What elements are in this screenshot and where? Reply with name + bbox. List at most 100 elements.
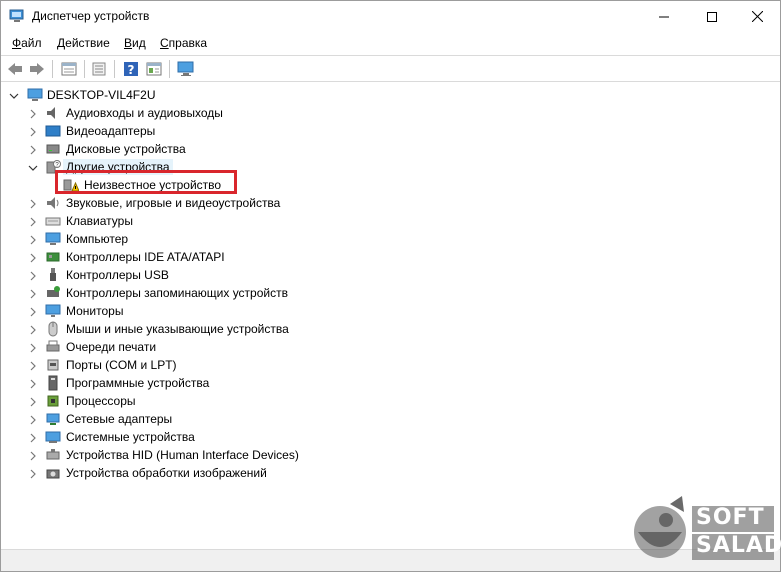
device-manager-window: Диспетчер устройств Файл Действие Вид Сп… xyxy=(0,0,781,572)
tree-category-node[interactable]: Очереди печати xyxy=(1,338,780,356)
tree-category-node[interactable]: Сетевые адаптеры xyxy=(1,410,780,428)
tree-category-node[interactable]: Системные устройства xyxy=(1,428,780,446)
tree-category-node[interactable]: Видеоадаптеры xyxy=(1,122,780,140)
collapsed-chevron-icon[interactable] xyxy=(28,234,38,245)
collapsed-chevron-icon[interactable] xyxy=(28,198,38,209)
collapsed-chevron-icon[interactable] xyxy=(28,468,38,479)
collapsed-chevron-icon[interactable] xyxy=(28,378,38,389)
tree-category-node[interactable]: Дисковые устройства xyxy=(1,140,780,158)
collapsed-chevron-icon[interactable] xyxy=(28,324,38,335)
printer-icon xyxy=(45,339,61,355)
tree-node-label: Программные устройства xyxy=(66,376,210,390)
tree-category-node[interactable]: Мыши и иные указывающие устройства xyxy=(1,320,780,338)
title-bar: Диспетчер устройств xyxy=(1,1,780,32)
collapsed-chevron-icon[interactable] xyxy=(28,396,38,407)
tree-category-node[interactable]: Контроллеры USB xyxy=(1,266,780,284)
tree-node-label: Дисковые устройства xyxy=(66,142,186,156)
computer-root-icon xyxy=(27,87,43,103)
system-device-icon xyxy=(45,429,61,445)
tree-category-node[interactable]: Процессоры xyxy=(1,392,780,410)
tree-category-node[interactable]: Клавиатуры xyxy=(1,212,780,230)
tree-node-label: Процессоры xyxy=(66,394,136,408)
maximize-button[interactable] xyxy=(689,1,735,32)
tree-category-node[interactable]: Звуковые, игровые и видеоустройства xyxy=(1,194,780,212)
processor-icon xyxy=(45,393,61,409)
menu-file[interactable]: Файл xyxy=(12,36,42,50)
menu-action[interactable]: Действие xyxy=(57,36,110,50)
sound-icon xyxy=(45,195,61,211)
collapsed-chevron-icon[interactable] xyxy=(28,432,38,443)
collapsed-chevron-icon[interactable] xyxy=(28,450,38,461)
tree-category-node[interactable]: Программные устройства xyxy=(1,374,780,392)
red-highlight-box xyxy=(55,170,237,194)
forward-arrow-icon[interactable] xyxy=(27,60,47,78)
collapsed-chevron-icon[interactable] xyxy=(28,126,38,137)
tree-node-label: Аудиовходы и аудиовыходы xyxy=(66,106,223,120)
tree-category-node[interactable]: Компьютер xyxy=(1,230,780,248)
close-button[interactable] xyxy=(734,1,780,32)
tree-category-node[interactable]: Мониторы xyxy=(1,302,780,320)
tree-node-label: Компьютер xyxy=(66,232,129,246)
tree-category-node[interactable]: Устройства HID (Human Interface Devices) xyxy=(1,446,780,464)
collapsed-chevron-icon[interactable] xyxy=(28,216,38,227)
tree-node-label: Сетевые адаптеры xyxy=(66,412,173,426)
details-view-icon[interactable] xyxy=(144,60,164,78)
computer-icon xyxy=(45,231,61,247)
tree-category-node[interactable]: Порты (COM и LPT) xyxy=(1,356,780,374)
imaging-device-icon xyxy=(45,465,61,481)
back-arrow-icon[interactable] xyxy=(5,60,25,78)
keyboard-icon xyxy=(45,213,61,229)
tree-root-node[interactable]: DESKTOP-VIL4F2U xyxy=(1,86,780,104)
tree-node-label: Мыши и иные указывающие устройства xyxy=(66,322,289,336)
disk-drive-icon xyxy=(45,141,61,157)
collapsed-chevron-icon[interactable] xyxy=(28,306,38,317)
help-icon[interactable]: ? xyxy=(121,60,141,78)
tree-node-label: Мониторы xyxy=(66,304,124,318)
minimize-button[interactable] xyxy=(641,1,687,32)
network-adapter-icon xyxy=(45,411,61,427)
monitor-scan-icon[interactable] xyxy=(176,60,196,78)
expanded-chevron-icon[interactable] xyxy=(28,162,38,172)
tree-node-label: Очереди печати xyxy=(66,340,157,354)
collapsed-chevron-icon[interactable] xyxy=(28,414,38,425)
menu-view[interactable]: Вид xyxy=(124,36,146,50)
collapsed-chevron-icon[interactable] xyxy=(28,360,38,371)
collapsed-chevron-icon[interactable] xyxy=(28,108,38,119)
tree-root-label: DESKTOP-VIL4F2U xyxy=(47,88,156,102)
collapsed-chevron-icon[interactable] xyxy=(28,288,38,299)
properties-grid-icon[interactable] xyxy=(59,60,79,78)
monitor-icon xyxy=(45,303,61,319)
tree-category-node[interactable]: Контроллеры запоминающих устройств xyxy=(1,284,780,302)
collapsed-chevron-icon[interactable] xyxy=(28,342,38,353)
list-view-icon[interactable] xyxy=(89,60,109,78)
svg-text:?: ? xyxy=(128,63,135,77)
watermark-line1: SOFT xyxy=(696,505,765,530)
collapsed-chevron-icon[interactable] xyxy=(28,270,38,281)
tree-node-label: Порты (COM и LPT) xyxy=(66,358,177,372)
audio-icon xyxy=(45,105,61,121)
tree-category-node[interactable]: Устройства обработки изображений xyxy=(1,464,780,482)
tree-category-node[interactable]: Контроллеры IDE ATA/ATAPI xyxy=(1,248,780,266)
window-title: Диспетчер устройств xyxy=(32,9,150,23)
collapsed-chevron-icon[interactable] xyxy=(28,144,38,155)
device-manager-app-icon xyxy=(9,9,25,23)
tree-category-node[interactable]: Аудиовходы и аудиовыходы xyxy=(1,104,780,122)
software-device-icon xyxy=(45,375,61,391)
tree-node-label: Контроллеры IDE ATA/ATAPI xyxy=(66,250,225,264)
menu-help[interactable]: Справка xyxy=(160,36,207,50)
expanded-chevron-icon[interactable] xyxy=(9,90,19,100)
toolbar-separator xyxy=(114,60,115,78)
device-tree: DESKTOP-VIL4F2U Аудиовходы и аудиовыходы В… xyxy=(1,84,780,547)
tree-node-label: Контроллеры запоминающих устройств xyxy=(66,286,288,300)
collapsed-chevron-icon[interactable] xyxy=(28,252,38,263)
tree-node-label: Устройства HID (Human Interface Devices) xyxy=(66,448,299,462)
usb-icon xyxy=(45,267,61,283)
soft-salad-watermark: SOFT SALAD xyxy=(624,496,781,566)
tree-node-label: Контроллеры USB xyxy=(66,268,169,282)
hid-icon xyxy=(45,447,61,463)
ide-controller-icon xyxy=(45,249,61,265)
tree-node-label: Устройства обработки изображений xyxy=(66,466,267,480)
toolbar-separator xyxy=(169,60,170,78)
tree-node-label: Звуковые, игровые и видеоустройства xyxy=(66,196,281,210)
menu-bar: Файл Действие Вид Справка xyxy=(1,32,780,54)
